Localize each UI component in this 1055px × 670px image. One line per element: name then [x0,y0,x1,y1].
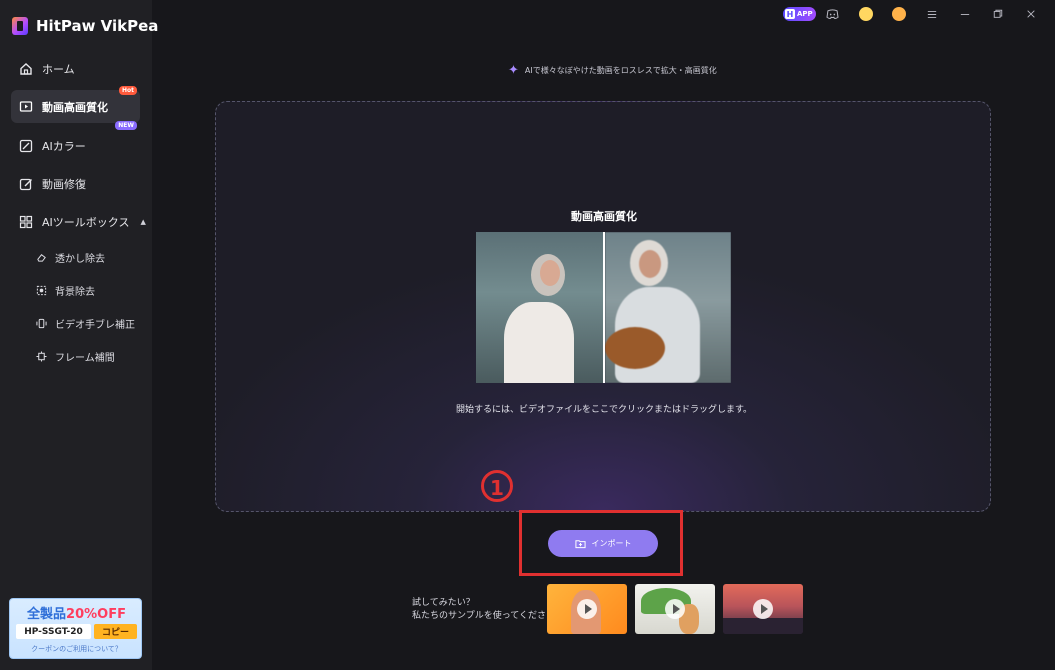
sidebar-subitem-background-remove[interactable]: 背景除去 [36,281,95,299]
discord-button[interactable] [816,6,849,22]
background-remove-icon [36,285,47,295]
preview-sharp-half [476,232,604,383]
comparison-divider[interactable] [603,232,605,383]
menu-icon [927,10,936,18]
sidebar-subitem-label: 背景除去 [55,286,95,298]
play-icon [665,599,685,619]
menu-button[interactable] [915,6,948,22]
tagline-text: AIで様々なぼやけた動画をロスレスで拡大・高画質化 [524,65,717,75]
restore-button[interactable] [981,6,1014,22]
sidebar-item-label: AIカラー [42,139,86,153]
sample-video-2[interactable] [635,584,715,634]
frame-interpolation-icon [36,350,47,362]
coupon-note-link[interactable]: クーポンのご利用について？ [10,644,143,654]
video-drop-zone[interactable]: 動画高画質化 開始するには、ビデオファイルをここでクリックまたはドラッグします。 [215,101,991,512]
import-label: インポート [591,539,632,548]
sidebar-item-label: AIツールボックス [42,215,130,229]
ai-color-icon [19,139,33,153]
hot-badge: Hot [118,86,137,95]
folder-plus-icon [574,540,586,549]
user-avatar-icon [891,7,906,21]
try-line-1: 試してみたい？ [412,598,475,608]
caret-up-icon: ▲ [140,217,146,226]
sidebar-item-home[interactable]: ホーム [11,52,140,85]
minimize-button[interactable] [948,6,981,22]
sidebar: HitPaw VikPea ホーム 動画高画質化 Hot AIカラー NEW 動… [0,0,158,670]
coupon-title: 全製品20%OFF [10,603,143,622]
play-icon [577,599,597,619]
try-line-2: 私たちのサンプルを使ってください [412,611,556,621]
sidebar-subitem-label: フレーム補間 [55,352,115,364]
preview-blurry-half [605,232,731,383]
account-button[interactable] [882,6,915,22]
sparkle-icon: ✦ [508,62,519,78]
coupon-title-pct: 20%OFF [66,607,126,622]
video-repair-icon [19,177,33,191]
import-button[interactable]: インポート [548,530,658,557]
sidebar-item-video-enhance[interactable]: 動画高画質化 Hot [11,86,140,123]
minimize-icon [960,13,969,15]
close-button[interactable] [1014,6,1047,22]
coupon-code: HP-SSGT-20 [16,624,91,639]
app-pill: H APP [783,7,816,21]
sidebar-item-label: ホーム [42,62,75,76]
sidebar-subitem-watermark-remove[interactable]: 透かし除去 [36,248,105,266]
eraser-icon [37,253,46,262]
sidebar-item-video-repair[interactable]: 動画修復 [11,167,140,200]
sidebar-item-label: 動画高画質化 [42,100,108,114]
app-download-button[interactable]: H APP [783,6,816,22]
close-icon [1026,10,1035,18]
coupon-copy-button[interactable]: コピー [94,624,137,639]
brand: HitPaw VikPea [12,16,158,36]
toolbox-icon [19,215,33,229]
play-icon [753,599,773,619]
app-logo-icon [12,17,28,35]
dropzone-hint: 開始するには、ビデオファイルをここでクリックまたはドラッグします。 [455,405,753,415]
before-after-preview-image [476,232,731,383]
sample-video-1[interactable] [547,584,627,634]
new-badge: NEW [115,121,137,130]
sample-video-3[interactable] [723,584,803,634]
step-number: 1 [490,476,504,500]
try-samples-text: 試してみたい？ 私たちのサンプルを使ってください [412,597,555,623]
restore-icon [993,9,1002,18]
step-number-annotation: 1 [478,467,516,505]
sidebar-subitem-label: ビデオ手ブレ補正 [55,319,135,331]
coupon-banner[interactable]: 全製品20%OFF HP-SSGT-20 コピー クーポンのご利用について？ [9,598,142,659]
coin-icon [858,7,873,21]
app-label: APP [797,10,813,18]
discord-icon [826,8,839,19]
sidebar-subitem-label: 透かし除去 [55,253,105,265]
topbar: H APP [783,6,1047,22]
home-icon [19,62,33,76]
sidebar-subitem-stabilize[interactable]: ビデオ手ブレ補正 [36,314,135,332]
sidebar-subitem-frame-interpolation[interactable]: フレーム補間 [36,347,115,365]
app-square-icon: H [785,9,795,19]
app-name: HitPaw VikPea [36,17,159,35]
reward-button[interactable] [849,6,882,22]
dropzone-title: 動画高画質化 [571,210,637,223]
tagline: ✦ AIで様々なぼやけた動画をロスレスで拡大・高画質化 [508,62,717,78]
stabilize-icon [36,318,47,328]
sidebar-item-ai-toolbox[interactable]: AIツールボックス ▲ [11,205,146,238]
sidebar-item-ai-color[interactable]: AIカラー NEW [11,121,140,162]
coupon-title-main: 全製品 [27,607,67,622]
sidebar-item-label: 動画修復 [42,177,86,191]
video-enhance-icon [19,100,33,114]
